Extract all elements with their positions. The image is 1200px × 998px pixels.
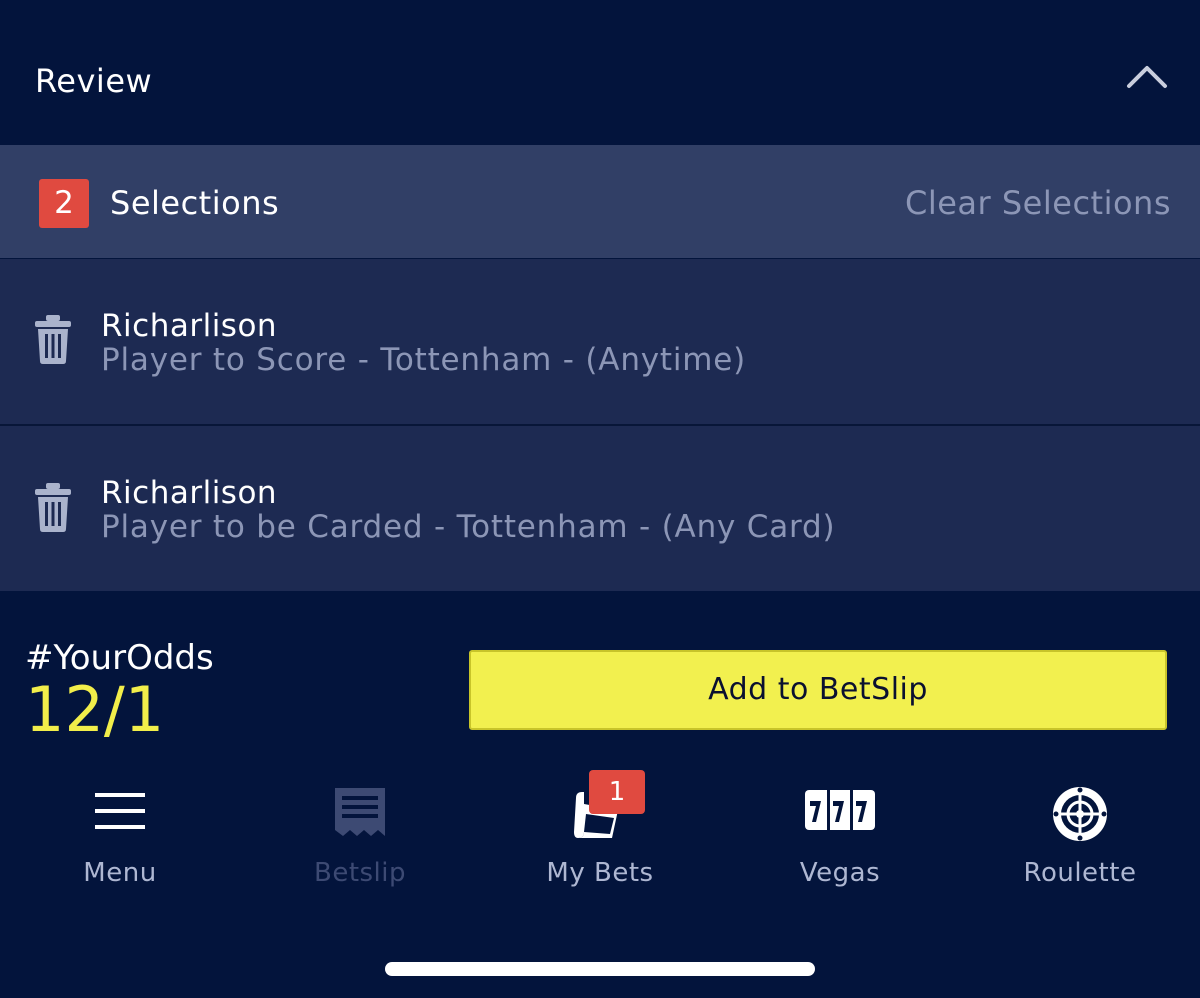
selection-market-description: Player to Score - Tottenham - (Anytime) [101, 342, 747, 378]
selection-player-name: Richarlison [101, 308, 278, 344]
selection-market-description: Player to be Carded - Tottenham - (Any C… [101, 509, 836, 545]
menu-icon [95, 793, 145, 829]
nav-label-my-bets: My Bets [546, 858, 654, 888]
selections-count-badge: 2 [39, 179, 89, 228]
home-indicator[interactable] [385, 962, 815, 976]
trash-icon[interactable] [35, 482, 71, 532]
review-header[interactable]: Review [0, 0, 1200, 145]
nav-item-menu[interactable]: Menu [0, 780, 240, 900]
review-title: Review [35, 62, 153, 100]
nav-item-betslip[interactable]: Betslip [240, 780, 480, 900]
chevron-up-icon[interactable] [1126, 60, 1168, 90]
nav-label-roulette: Roulette [1023, 858, 1137, 888]
vegas-icon [805, 790, 875, 830]
nav-label-betslip: Betslip [313, 858, 407, 888]
nav-item-roulette[interactable]: Roulette [960, 780, 1200, 900]
selections-label: Selections [110, 184, 280, 222]
betslip-icon [335, 788, 385, 836]
your-odds-value: 12/1 [25, 673, 165, 746]
nav-label-menu: Menu [83, 858, 157, 888]
roulette-icon [1053, 787, 1107, 841]
bet-builder-review-screen: Review 2 Selections Clear Selections Ric… [0, 0, 1200, 998]
selection-player-name: Richarlison [101, 475, 278, 511]
nav-label-vegas: Vegas [799, 858, 881, 888]
nav-item-vegas[interactable]: Vegas [720, 780, 960, 900]
clear-selections-button[interactable]: Clear Selections [905, 184, 1171, 222]
your-odds-label: #YourOdds [25, 638, 214, 678]
my-bets-count-badge: 1 [589, 770, 645, 814]
add-to-betslip-button[interactable]: Add to BetSlip [469, 650, 1167, 730]
trash-icon[interactable] [35, 314, 71, 364]
